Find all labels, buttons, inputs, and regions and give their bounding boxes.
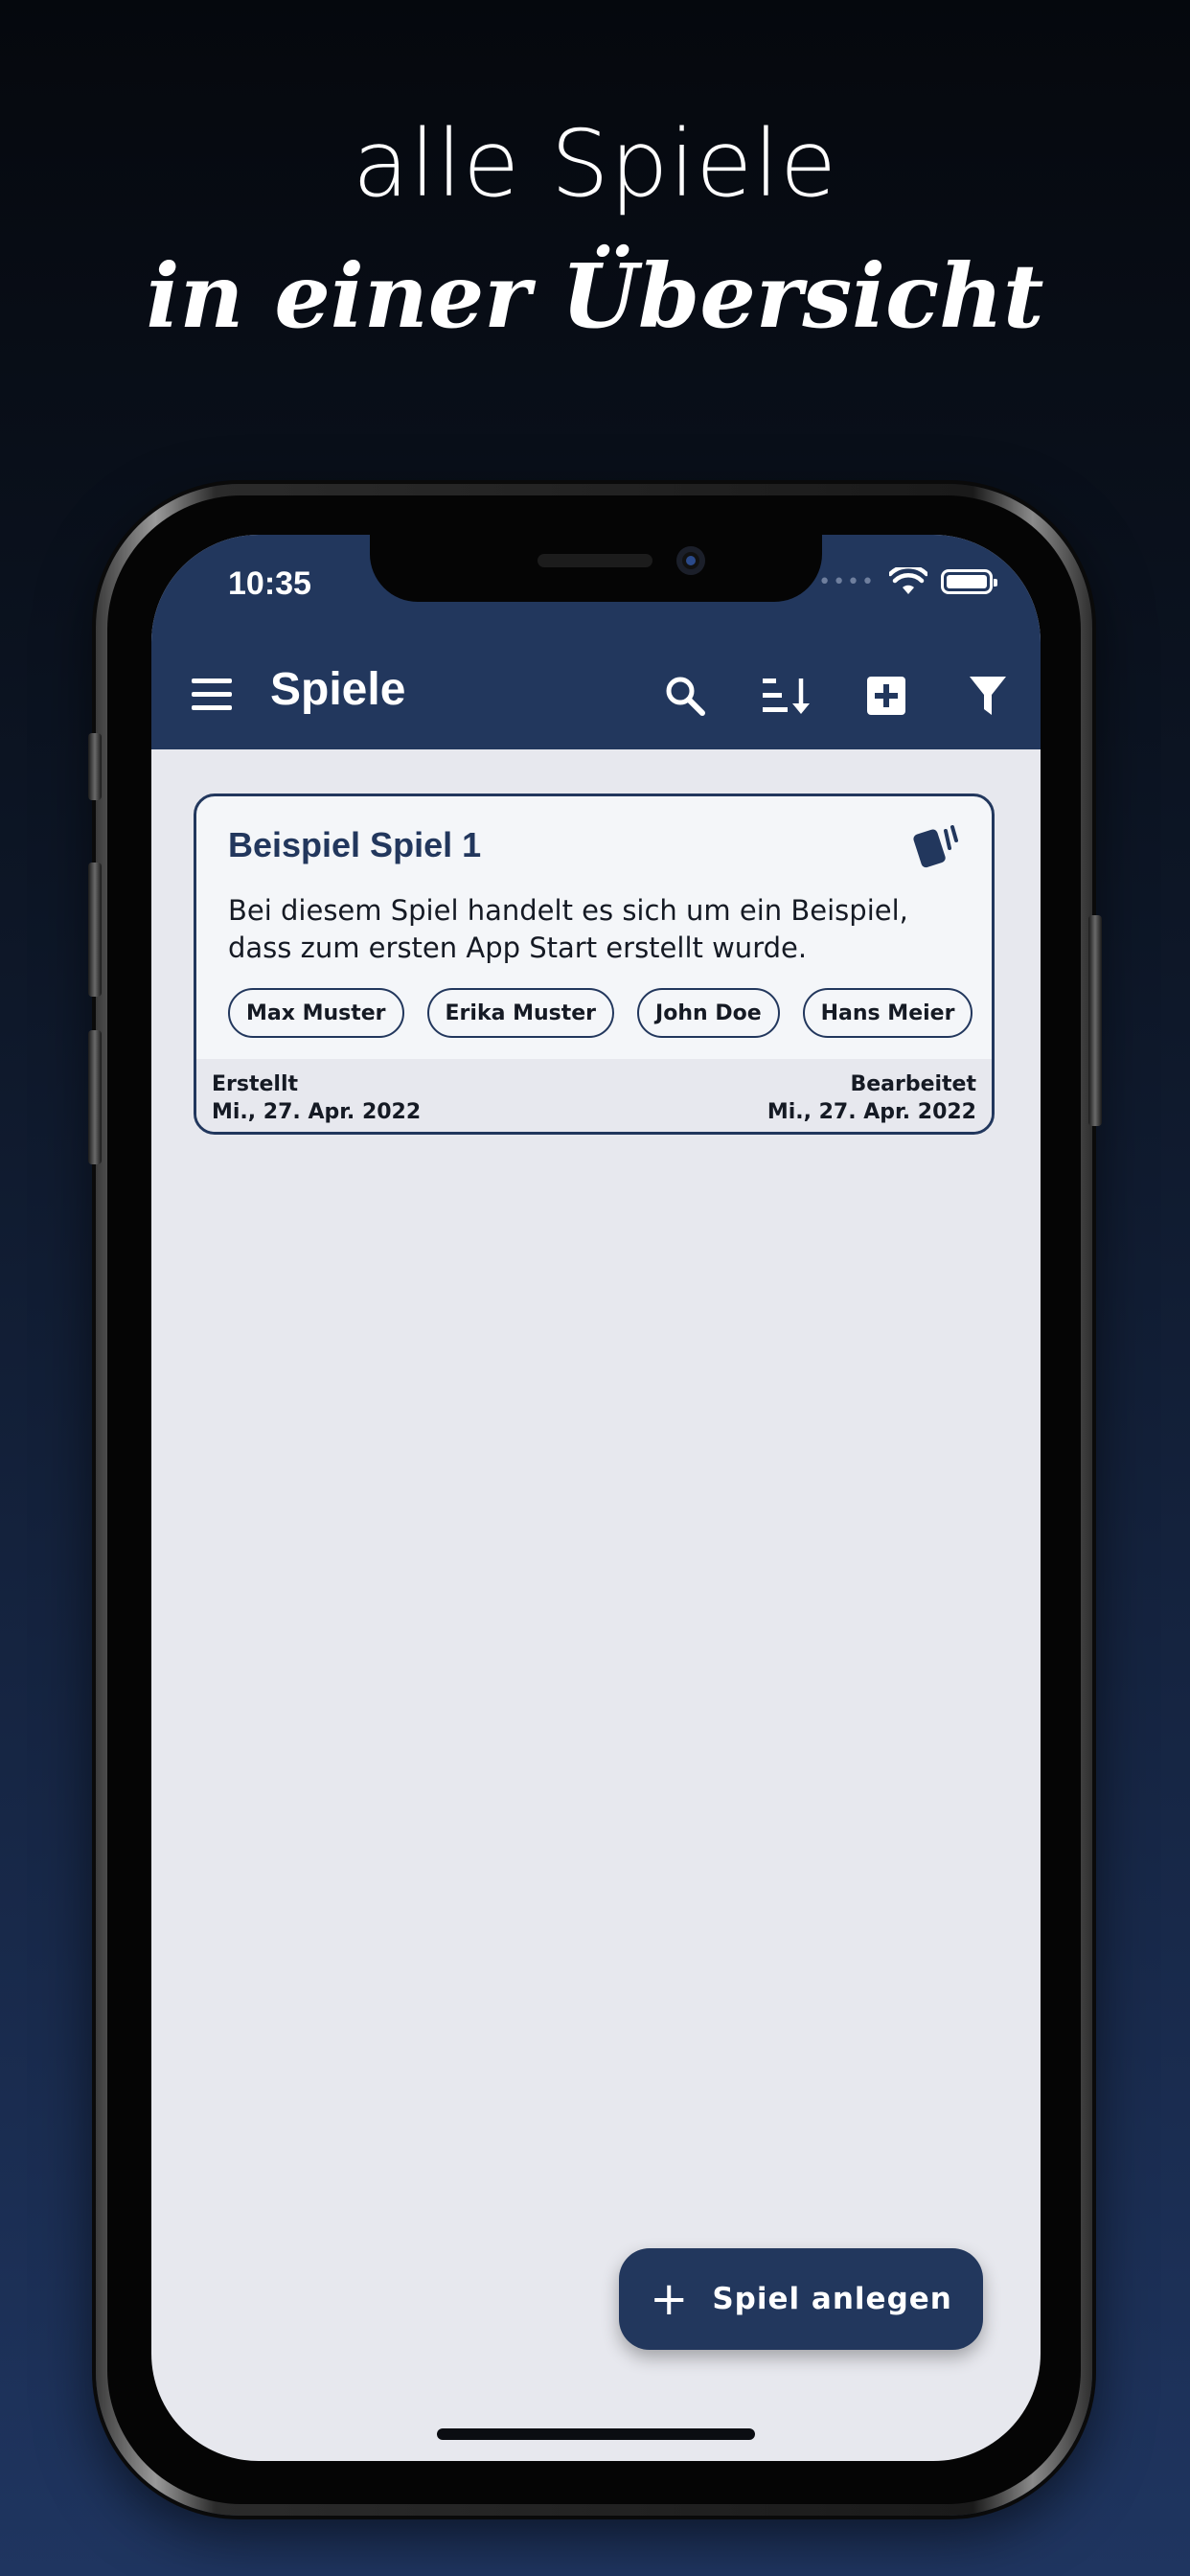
- create-game-button[interactable]: + Spiel anlegen: [619, 2248, 983, 2350]
- game-title: Beispiel Spiel 1: [228, 825, 482, 864]
- player-chip[interactable]: Erika Muster: [426, 988, 615, 1038]
- search-button[interactable]: [656, 667, 714, 724]
- add-box-icon: [867, 677, 905, 715]
- notch: [370, 535, 822, 602]
- volume-up-button: [88, 862, 102, 997]
- search-icon: [666, 677, 705, 716]
- filter-icon: [970, 677, 1006, 715]
- status-icons: ••••: [818, 567, 997, 596]
- player-chip[interactable]: Max Muster: [228, 988, 404, 1038]
- app-bar: Spiele: [151, 640, 1041, 749]
- game-card[interactable]: Beispiel Spiel 1 Bei diesem Spiel handel…: [194, 794, 995, 1135]
- player-chip[interactable]: John Doe: [637, 988, 780, 1038]
- status-time: 10:35: [228, 565, 311, 602]
- create-game-label: Spiel anlegen: [712, 2282, 952, 2316]
- edited-date: Mi., 27. Apr. 2022: [767, 1100, 976, 1124]
- wifi-icon: [889, 567, 927, 594]
- signal-icon: ••••: [818, 569, 876, 594]
- game-description: Bei diesem Spiel handelt es sich um ein …: [228, 894, 908, 964]
- power-button: [1088, 915, 1102, 1126]
- page-title: Spiele: [270, 664, 406, 715]
- battery-icon: [941, 569, 997, 594]
- mute-switch: [88, 733, 102, 800]
- card-footer: Erstellt Mi., 27. Apr. 2022 Bearbeitet M…: [196, 1059, 992, 1132]
- front-camera: [676, 546, 705, 575]
- phone-screen: 10:35 •••• Spiele Beispiel Spiel 1 Bei d…: [151, 535, 1041, 2461]
- plus-icon: +: [650, 2272, 690, 2326]
- created-date: Mi., 27. Apr. 2022: [212, 1100, 422, 1124]
- sort-button[interactable]: [757, 667, 814, 724]
- edited-label: Bearbeitet: [850, 1072, 976, 1096]
- edited-info: Bearbeitet Mi., 27. Apr. 2022: [767, 1070, 976, 1126]
- player-chip[interactable]: Hans Meier: [802, 988, 973, 1038]
- headline-line-2: in einer Übersicht: [146, 244, 1044, 348]
- created-label: Erstellt: [212, 1072, 299, 1096]
- cards-icon: [913, 825, 958, 868]
- filter-button[interactable]: [959, 667, 1017, 724]
- volume-down-button: [88, 1030, 102, 1164]
- created-info: Erstellt Mi., 27. Apr. 2022: [212, 1070, 421, 1126]
- speaker-grille: [538, 554, 652, 567]
- add-game-button[interactable]: [858, 667, 915, 724]
- headline-line-1: alle Spiele: [352, 110, 838, 218]
- home-indicator[interactable]: [437, 2428, 755, 2440]
- sort-icon: [763, 678, 810, 714]
- menu-icon[interactable]: [192, 678, 234, 711]
- player-chips: Max Muster Erika Muster John Doe Hans Me…: [228, 988, 973, 1038]
